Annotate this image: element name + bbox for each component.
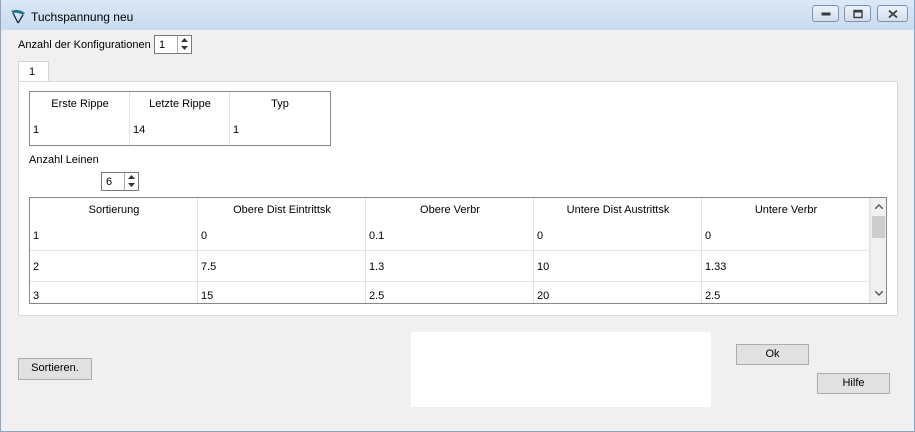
close-icon <box>887 9 898 18</box>
line-count-value[interactable]: 6 <box>106 176 112 188</box>
line-cell[interactable]: 7.5 <box>201 261 216 273</box>
minimize-button[interactable] <box>812 5 839 22</box>
spin-up-button[interactable] <box>125 173 138 181</box>
minimize-icon <box>821 12 830 15</box>
line-cell[interactable]: 2 <box>33 261 39 273</box>
rib-table: Erste Rippe Letzte Rippe Typ 1 14 1 <box>29 91 331 146</box>
rib-header-first[interactable]: Erste Rippe <box>30 98 130 110</box>
line-cell[interactable]: 15 <box>201 290 213 302</box>
line-header-sort[interactable]: Sortierung <box>30 204 198 216</box>
restore-button[interactable] <box>844 5 871 22</box>
dialog-window: Tuchspannung neu Anzahl der Konfiguratio… <box>0 0 915 432</box>
restore-icon <box>852 9 863 18</box>
line-cell[interactable]: 1.33 <box>705 261 726 273</box>
spin-down-button[interactable] <box>178 44 191 52</box>
rib-cell-last[interactable]: 14 <box>133 124 145 136</box>
tab-1[interactable]: 1 <box>18 61 49 82</box>
chevron-up-icon[interactable] <box>875 204 883 209</box>
config-count-label: Anzahl der Konfigurationen <box>18 39 151 51</box>
line-cell[interactable]: 0 <box>705 230 711 242</box>
line-cell[interactable]: 1.3 <box>369 261 384 273</box>
line-cell[interactable]: 2.5 <box>369 290 384 302</box>
line-header-upper-conn[interactable]: Obere Verbr <box>366 204 534 216</box>
line-cell[interactable]: 1 <box>33 230 39 242</box>
config-count-spinner[interactable]: 1 <box>154 35 192 54</box>
line-header-upper-dist[interactable]: Obere Dist Eintrittsk <box>198 204 366 216</box>
rib-header-last[interactable]: Letzte Rippe <box>130 98 230 110</box>
line-cell[interactable]: 10 <box>537 261 549 273</box>
line-cell[interactable]: 0 <box>201 230 207 242</box>
line-cell[interactable]: 3 <box>33 290 39 302</box>
rib-cell-first[interactable]: 1 <box>33 124 39 136</box>
chevron-up-icon <box>128 175 135 179</box>
ok-button-label: Ok <box>765 348 780 360</box>
window-title: Tuchspannung neu <box>31 10 134 24</box>
spin-down-button[interactable] <box>125 181 138 189</box>
ok-button[interactable]: Ok <box>736 344 809 365</box>
chevron-up-icon <box>181 38 188 42</box>
chevron-down-icon <box>181 46 188 50</box>
config-count-value[interactable]: 1 <box>159 39 165 51</box>
sort-button-label: Sortieren. <box>31 362 79 374</box>
line-cell[interactable]: 20 <box>537 290 549 302</box>
line-cell[interactable]: 2.5 <box>705 290 720 302</box>
tab-label: 1 <box>29 66 36 78</box>
title-bar[interactable]: Tuchspannung neu <box>1 0 914 30</box>
line-cell[interactable]: 0 <box>537 230 543 242</box>
line-cell[interactable]: 0.1 <box>369 230 384 242</box>
line-table: Sortierung Obere Dist Eintrittsk Obere V… <box>29 197 887 304</box>
line-count-spinner[interactable]: 6 <box>101 172 139 191</box>
line-table-scrollbar[interactable] <box>870 198 886 303</box>
rib-cell-type[interactable]: 1 <box>233 124 239 136</box>
help-button-label: Hilfe <box>842 377 865 389</box>
tab-panel: Erste Rippe Letzte Rippe Typ 1 14 1 Anza… <box>18 81 898 316</box>
chevron-down-icon <box>128 183 135 187</box>
line-header-lower-conn[interactable]: Untere Verbr <box>702 204 870 216</box>
close-button[interactable] <box>877 5 908 22</box>
scrollbar-thumb[interactable] <box>872 216 885 238</box>
line-count-label: Anzahl Leinen <box>29 154 99 166</box>
help-button[interactable]: Hilfe <box>817 373 890 394</box>
spin-up-button[interactable] <box>178 36 191 44</box>
preview-area <box>411 332 711 407</box>
paraglider-app-icon <box>11 9 25 24</box>
dialog-client: Anzahl der Konfigurationen 1 1 Erste Rip… <box>6 30 909 426</box>
sort-button[interactable]: Sortieren. <box>18 358 92 380</box>
rib-header-type[interactable]: Typ <box>230 98 330 110</box>
line-header-lower-dist[interactable]: Untere Dist Austrittsk <box>534 204 702 216</box>
chevron-down-icon[interactable] <box>875 291 883 296</box>
